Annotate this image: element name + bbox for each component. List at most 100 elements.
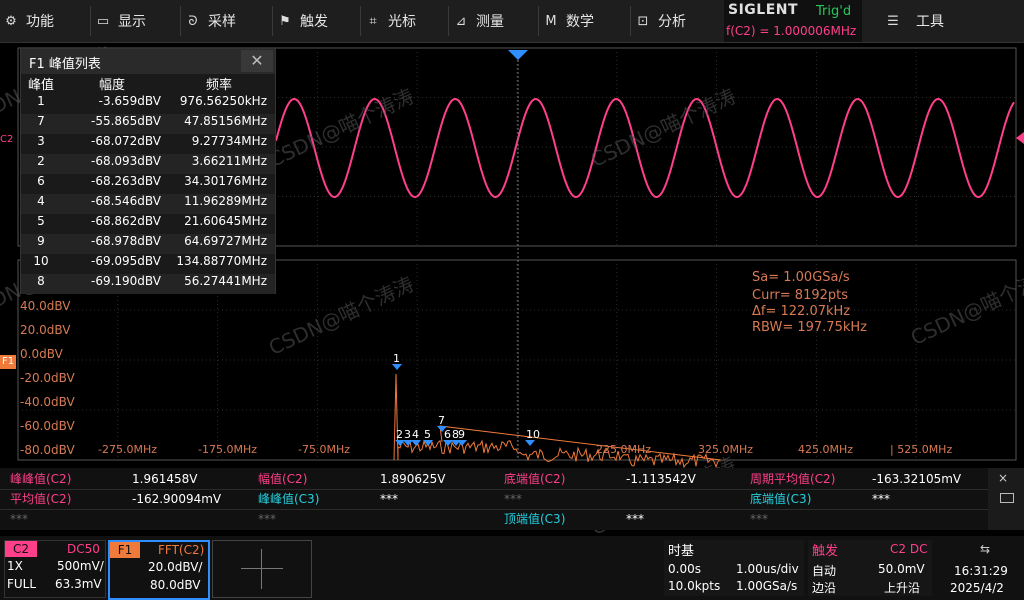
table-row[interactable]: 5 -68.862dBV 21.60645MHz xyxy=(21,214,275,234)
measure-icon: ⊿ xyxy=(455,13,467,29)
peak-index: 6 xyxy=(37,174,45,188)
measure-label[interactable]: 峰峰值(C2) xyxy=(10,470,71,489)
c2-label: C2 xyxy=(5,541,37,557)
trigger-box[interactable]: 触发 C2 DC 自动 50.0mV 边沿 上升沿 xyxy=(808,540,932,596)
menu-separator xyxy=(360,6,361,36)
measure-label[interactable]: 底端值(C2) xyxy=(504,470,565,489)
flag-icon: ⚑ xyxy=(279,13,291,29)
table-row[interactable]: 7 -55.865dBV 47.85156MHz xyxy=(21,114,275,134)
x-tick-label: -175.0MHz xyxy=(198,443,257,456)
trigger-title: 触发 xyxy=(812,544,839,559)
y-tick-label: 20.0dBV xyxy=(20,323,71,337)
peak-frequency: 134.88770MHz xyxy=(176,254,267,268)
fft-current-points: Curr= 8192pts xyxy=(752,288,849,303)
peak-index: 7 xyxy=(37,114,45,128)
f1-offset-marker[interactable]: F1 xyxy=(0,355,16,369)
bottom-status-bar: C2 DC50 1X 500mV/ FULL 63.3mV F1 FFT(C2)… xyxy=(0,536,1024,600)
menu-item-2[interactable]: ᘐ 采样 xyxy=(186,0,236,42)
menu-item-1[interactable]: ▭ 显示 xyxy=(96,0,146,42)
plus-h xyxy=(241,568,283,569)
measure-label[interactable]: 顶端值(C3) xyxy=(504,510,565,529)
table-row[interactable]: 10 -69.095dBV 134.88770MHz xyxy=(21,254,275,274)
peak-number: 4 xyxy=(412,428,419,441)
menu-item-3[interactable]: ⚑ 触发 xyxy=(278,0,328,42)
table-row[interactable]: 4 -68.546dBV 11.96289MHz xyxy=(21,194,275,214)
menu-item-0[interactable]: ⚙ 功能 xyxy=(4,0,54,42)
peak-list-panel[interactable]: F1 峰值列表 ✕ 峰值 幅度 频率 1 -3.659dBV 976.56250kH… xyxy=(20,48,276,294)
table-row[interactable]: 6 -68.263dBV 34.30176MHz xyxy=(21,174,275,194)
menu-label: 触发 xyxy=(300,14,328,30)
c2-channel-box[interactable]: C2 DC50 1X 500mV/ FULL 63.3mV xyxy=(4,540,106,598)
c2-probe: 1X xyxy=(7,559,23,573)
system-box: ⇆ 16:31:29 2025/4/2 xyxy=(936,540,1024,596)
menu-item-4[interactable]: ⌗ 光标 xyxy=(366,0,416,42)
measure-settings-icon[interactable] xyxy=(1000,493,1014,503)
menu-label: 显示 xyxy=(118,14,146,30)
menu-item-7[interactable]: ⊡ 分析 xyxy=(636,0,686,42)
peak-number: 7 xyxy=(438,414,445,427)
monitor-icon: ▭ xyxy=(96,13,110,29)
close-icon[interactable]: ✕ xyxy=(241,50,273,72)
timebase-points: 10.0kpts xyxy=(668,579,721,593)
table-row[interactable]: 9 -68.978dBV 64.69727MHz xyxy=(21,234,275,254)
measure-label[interactable]: 周期平均值(C2) xyxy=(750,470,835,489)
cursor-icon: ⌗ xyxy=(369,13,377,29)
peak-list-title: F1 峰值列表 xyxy=(29,57,101,72)
measure-value: *** xyxy=(872,492,890,506)
brand-panel: SIGLENT Trig'd f(C2) = 1.000006MHz xyxy=(724,0,862,42)
measure-label[interactable]: 幅值(C2) xyxy=(258,470,307,489)
gear-icon: ⚙ xyxy=(5,13,17,29)
measure-label[interactable]: 峰峰值(C3) xyxy=(258,490,319,509)
f1-scale: 20.0dBV/ xyxy=(148,560,203,574)
menu-tools[interactable]: ☰ 工具 xyxy=(886,0,944,42)
peak-number: 6 xyxy=(444,428,451,441)
brand-logo: SIGLENT xyxy=(728,2,799,18)
table-row[interactable]: 1 -3.659dBV 976.56250kHz xyxy=(21,94,275,114)
measure-label[interactable]: *** xyxy=(750,510,768,529)
list-icon: ☰ xyxy=(887,13,899,29)
c2-offset-marker[interactable]: C2 xyxy=(0,134,16,148)
measure-divider xyxy=(0,509,988,510)
table-row[interactable]: 2 -68.093dBV 3.66211MHz xyxy=(21,154,275,174)
menu-label: 分析 xyxy=(658,14,686,30)
trigger-source: C2 DC xyxy=(890,542,928,556)
menu-label: 采样 xyxy=(208,14,236,30)
timebase-box[interactable]: 时基 0.00s 1.00us/div 10.0kpts 1.00GSa/s xyxy=(664,540,804,596)
header-peak: 峰值 xyxy=(27,78,54,93)
menu-label: 测量 xyxy=(476,14,504,30)
table-row[interactable]: 3 -68.072dBV 9.27734MHz xyxy=(21,134,275,154)
menu-item-5[interactable]: ⊿ 测量 xyxy=(454,0,504,42)
peak-frequency: 34.30176MHz xyxy=(184,174,267,188)
menu-label: 功能 xyxy=(26,14,54,30)
peak-amplitude: -68.072dBV xyxy=(90,134,161,148)
menu-separator xyxy=(272,6,273,36)
close-measure-icon[interactable]: × xyxy=(998,471,1014,487)
f1-channel-box[interactable]: F1 FFT(C2) 20.0dBV/ 80.0dBV xyxy=(108,540,210,600)
measure-label[interactable]: 平均值(C2) xyxy=(10,490,71,509)
peak-amplitude: -68.862dBV xyxy=(90,214,161,228)
measure-label[interactable]: *** xyxy=(504,490,522,509)
measure-label[interactable]: *** xyxy=(258,510,276,529)
peak-number: 5 xyxy=(424,428,431,441)
measure-label[interactable]: 底端值(C3) xyxy=(750,490,811,509)
menu-item-6[interactable]: M 数学 xyxy=(544,0,594,42)
peak-amplitude: -68.263dBV xyxy=(90,174,161,188)
frequency-readout: f(C2) = 1.000006MHz xyxy=(726,24,857,38)
peak-amplitude: -68.093dBV xyxy=(90,154,161,168)
peak-list-titlebar: F1 峰值列表 ✕ xyxy=(21,49,275,74)
fft-delta-f: Δf= 122.07kHz xyxy=(752,304,851,319)
x-tick-label: 225.0MHz xyxy=(596,443,652,456)
fft-rbw: RBW= 197.75kHz xyxy=(752,320,867,335)
peak-number: 9 xyxy=(458,428,465,441)
y-tick-label: 0.0dBV xyxy=(20,347,63,361)
table-row[interactable]: 8 -69.190dBV 56.27441MHz xyxy=(21,274,275,294)
c2-bandwidth: FULL xyxy=(7,577,37,591)
peak-amplitude: -3.659dBV xyxy=(98,94,161,108)
peak-index: 1 xyxy=(37,94,45,108)
measure-label[interactable]: *** xyxy=(10,510,28,529)
add-channel-box[interactable] xyxy=(212,540,312,598)
menu-separator xyxy=(630,6,631,36)
header-frequency: 频率 xyxy=(205,78,232,93)
peak-amplitude: -55.865dBV xyxy=(90,114,161,128)
c2-coupling: DC50 xyxy=(67,542,100,556)
